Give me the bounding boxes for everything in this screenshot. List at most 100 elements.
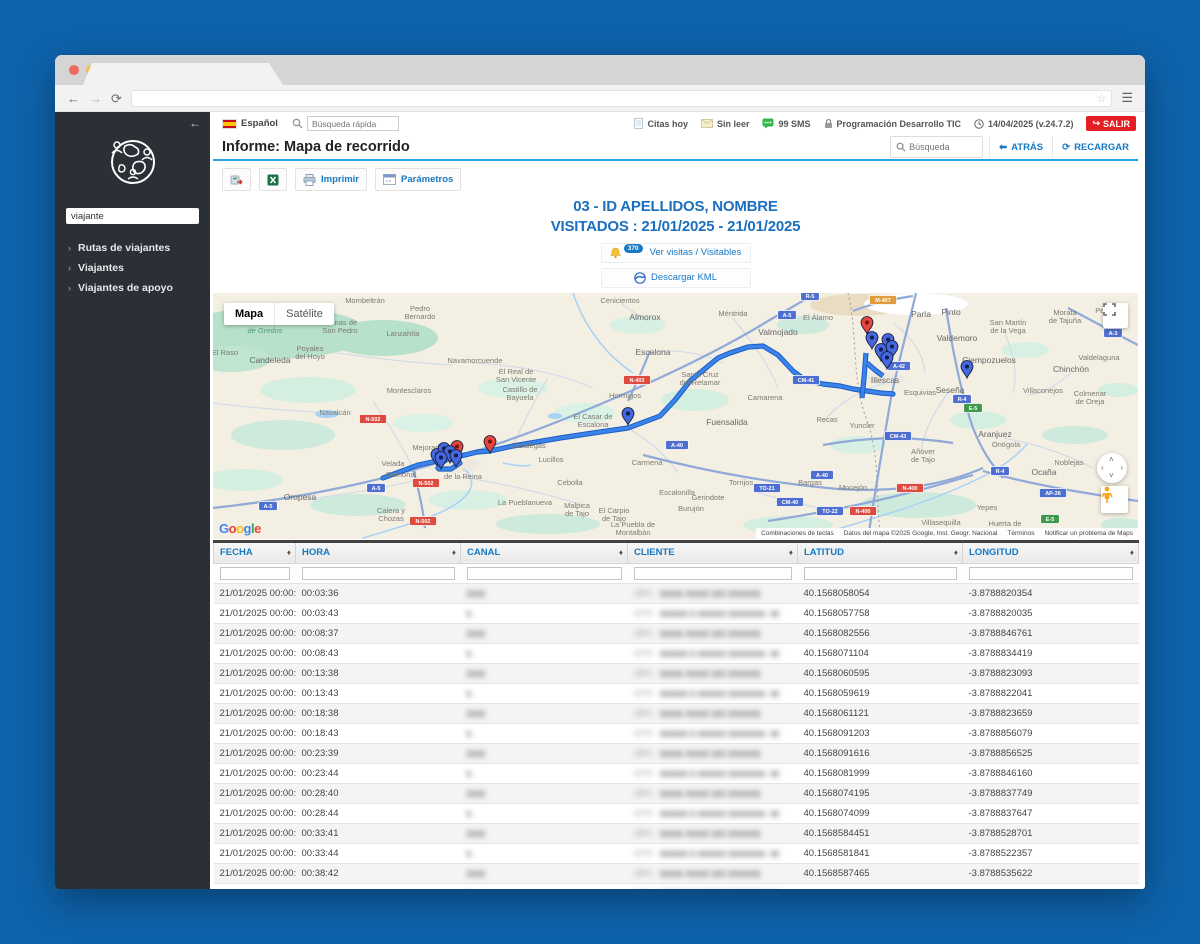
table-cell: 00:33:44 — [295, 843, 461, 864]
table-cell: 21/01/2025 00:00:00 — [213, 703, 296, 724]
window-params-icon — [383, 174, 397, 185]
report-problem-link[interactable]: Notificar un problema de Maps — [1044, 530, 1133, 537]
svg-text:Navalcán: Navalcán — [319, 408, 350, 417]
column-filter-input[interactable] — [301, 566, 455, 580]
table-row[interactable]: 21/01/2025 00:00:0000:38:45▮3275 - ▮▮▮▮▮… — [213, 883, 1139, 889]
table-cell: 21/01/2025 00:00:00 — [213, 723, 296, 744]
lock-icon — [824, 118, 832, 128]
table-cell: 2801 - ▮▮▮▮▮ ▮▮▮▮▮ ▮▮▮ ▮▮▮▮▮▮▮ — [627, 823, 798, 844]
appointments-item[interactable]: Citas hoy — [634, 118, 688, 129]
pan-down-icon[interactable]: ˅ — [1109, 471, 1114, 480]
route-map[interactable]: N-502 N-502 N-502 A-5 A-5 N-403 A-40 A-5 M-407 CM… — [213, 292, 1138, 539]
unread-item[interactable]: Sin leer — [700, 119, 749, 129]
top-status-bar: Español Citas hoy Sin leer — [213, 112, 1138, 135]
table-cell: 00:38:42 — [295, 863, 461, 884]
excel-button[interactable] — [259, 168, 287, 191]
pan-right-icon[interactable]: › — [1120, 463, 1123, 472]
table-row[interactable]: 21/01/2025 00:00:0000:23:39▮▮▮▮2801 - ▮▮… — [213, 743, 1139, 764]
table-cell: -3.8788535622 — [962, 863, 1139, 884]
table-row[interactable]: 21/01/2025 00:00:0000:38:42▮▮▮▮2801 - ▮▮… — [213, 863, 1139, 884]
svg-text:R-4: R-4 — [958, 397, 968, 403]
table-row[interactable]: 21/01/2025 00:00:0000:08:43▮3275 - ▮▮▮▮▮… — [213, 643, 1139, 664]
language-label[interactable]: Español — [241, 118, 278, 129]
sms-item[interactable]: 99 SMS — [762, 118, 811, 129]
refresh-icon[interactable]: ⟳ — [111, 92, 122, 105]
table-cell: 40.1568060595 — [797, 663, 963, 684]
svg-text:Gamonal: Gamonal — [386, 470, 417, 479]
parameters-button[interactable]: Parámetros — [375, 168, 462, 191]
svg-text:Seseña: Seseña — [936, 385, 965, 395]
logout-button[interactable]: ↪ SALIR — [1086, 116, 1136, 131]
sidebar-collapse-icon[interactable]: ← — [189, 116, 201, 130]
bookmark-star-icon[interactable]: ☆ — [1096, 92, 1106, 105]
table-row[interactable]: 21/01/2025 00:00:0000:33:44▮3275 - ▮▮▮▮▮… — [213, 843, 1139, 864]
pegman-button[interactable] — [1101, 485, 1128, 513]
table-row[interactable]: 21/01/2025 00:00:0000:13:38▮▮▮▮2801 - ▮▮… — [213, 663, 1139, 684]
table-cell: 3275 - ▮▮▮▮▮▮ ▮ ▮▮▮▮▮▮ ▮▮▮▮▮▮▮▮, ▮▮ — [627, 643, 798, 664]
table-cell: 40.1568587465 — [797, 863, 963, 884]
pan-left-icon[interactable]: ‹ — [1101, 463, 1104, 472]
column-header-hora[interactable]: HORA ♦ — [295, 541, 461, 564]
table-row[interactable]: 21/01/2025 00:00:0000:18:43▮3275 - ▮▮▮▮▮… — [213, 723, 1139, 744]
table-cell: 00:03:43 — [295, 603, 461, 624]
sidebar-item[interactable]: › Viajantes de apoyo — [55, 278, 210, 298]
excel-icon — [267, 174, 279, 185]
reload-button[interactable]: ⟳ RECARGAR — [1052, 136, 1138, 158]
column-filter-input[interactable] — [968, 566, 1133, 580]
column-header-canal[interactable]: CANAL ♦ — [460, 541, 628, 564]
map-type-map-button[interactable]: Mapa — [224, 302, 275, 325]
column-header-fecha[interactable]: FECHA ♦ — [213, 541, 296, 564]
column-header-longitud[interactable]: LONGITUD ♦ — [962, 541, 1139, 564]
column-filter-input[interactable] — [219, 566, 290, 580]
map-type-satellite-button[interactable]: Satélite — [274, 302, 334, 325]
table-row[interactable]: 21/01/2025 00:00:0000:23:44▮3275 - ▮▮▮▮▮… — [213, 763, 1139, 784]
menu-icon[interactable]: ☰ — [1121, 90, 1133, 106]
forward-icon[interactable]: → — [89, 92, 102, 105]
fullscreen-button[interactable] — [1103, 302, 1128, 328]
google-logo[interactable]: Google — [219, 521, 261, 536]
svg-text:Velada: Velada — [382, 459, 406, 468]
visits-button[interactable]: 370 Ver visitas / Visitables — [600, 242, 751, 263]
pan-up-icon[interactable]: ˄ — [1109, 455, 1114, 464]
column-filter-input[interactable] — [633, 566, 792, 580]
sidebar-item[interactable]: › Viajantes — [55, 258, 210, 278]
column-filter-input[interactable] — [466, 566, 622, 580]
column-header-cliente[interactable]: CLIENTE ♦ — [627, 541, 798, 564]
table-row[interactable]: 21/01/2025 00:00:0000:13:43▮3275 - ▮▮▮▮▮… — [213, 683, 1139, 704]
back-button[interactable]: ⬅ ATRÁS — [989, 136, 1052, 158]
column-header-latitud[interactable]: LATITUD ♦ — [797, 541, 963, 564]
close-window-icon[interactable] — [69, 65, 79, 75]
column-filter-input[interactable] — [803, 566, 957, 580]
sidebar-item[interactable]: › Rutas de viajantes — [55, 238, 210, 258]
table-row[interactable]: 21/01/2025 00:00:0000:28:44▮3275 - ▮▮▮▮▮… — [213, 803, 1139, 824]
header-search-box[interactable] — [890, 136, 984, 158]
print-button[interactable]: Imprimir — [295, 168, 368, 191]
export-button[interactable] — [222, 168, 251, 191]
table-cell: 2801 - ▮▮▮▮▮ ▮▮▮▮▮ ▮▮▮ ▮▮▮▮▮▮▮ — [627, 583, 798, 604]
table-row[interactable]: 21/01/2025 00:00:0000:18:38▮▮▮▮2801 - ▮▮… — [213, 703, 1139, 724]
pan-control[interactable]: ˄ ˅ ‹ › — [1097, 452, 1127, 483]
table-row[interactable]: 21/01/2025 00:00:0000:08:37▮▮▮▮2801 - ▮▮… — [213, 623, 1139, 644]
quick-search-input[interactable] — [306, 116, 399, 131]
table-row[interactable]: 21/01/2025 00:00:0000:28:40▮▮▮▮2801 - ▮▮… — [213, 783, 1139, 804]
svg-text:AP-36: AP-36 — [1045, 491, 1061, 497]
address-bar[interactable]: ☆ — [130, 89, 1113, 107]
table-row[interactable]: 21/01/2025 00:00:0000:33:41▮▮▮▮2801 - ▮▮… — [213, 823, 1139, 844]
header-search-input[interactable] — [909, 142, 978, 152]
user-item[interactable]: Programación Desarrollo TIC — [824, 118, 961, 129]
back-icon[interactable]: ← — [67, 92, 80, 105]
browser-tab[interactable] — [83, 63, 283, 85]
svg-text:Escalona: Escalona — [636, 347, 671, 357]
terms-link[interactable]: Términos — [1007, 530, 1034, 537]
download-kml-button[interactable]: Descargar KML — [600, 267, 751, 288]
table-cell: 40.1568074099 — [797, 803, 963, 824]
table-cell: 00:13:43 — [295, 683, 461, 704]
sidebar-search-input[interactable] — [66, 208, 199, 224]
table-row[interactable]: 21/01/2025 00:00:0000:03:43▮3275 - ▮▮▮▮▮… — [213, 603, 1139, 624]
keyboard-shortcuts-link[interactable]: Combinaciones de teclas — [761, 530, 834, 537]
map-attribution: Combinaciones de teclas Datos del mapa ©… — [756, 527, 1138, 539]
table-cell: 2801 - ▮▮▮▮▮ ▮▮▮▮▮ ▮▮▮ ▮▮▮▮▮▮▮ — [627, 663, 798, 684]
table-row[interactable]: 21/01/2025 00:00:0000:03:36▮▮▮▮2801 - ▮▮… — [213, 583, 1139, 604]
table-cell: 00:33:41 — [295, 823, 461, 844]
table-cell: 3275 - ▮▮▮▮▮▮ ▮ ▮▮▮▮▮▮ ▮▮▮▮▮▮▮▮, ▮▮ — [627, 763, 798, 784]
